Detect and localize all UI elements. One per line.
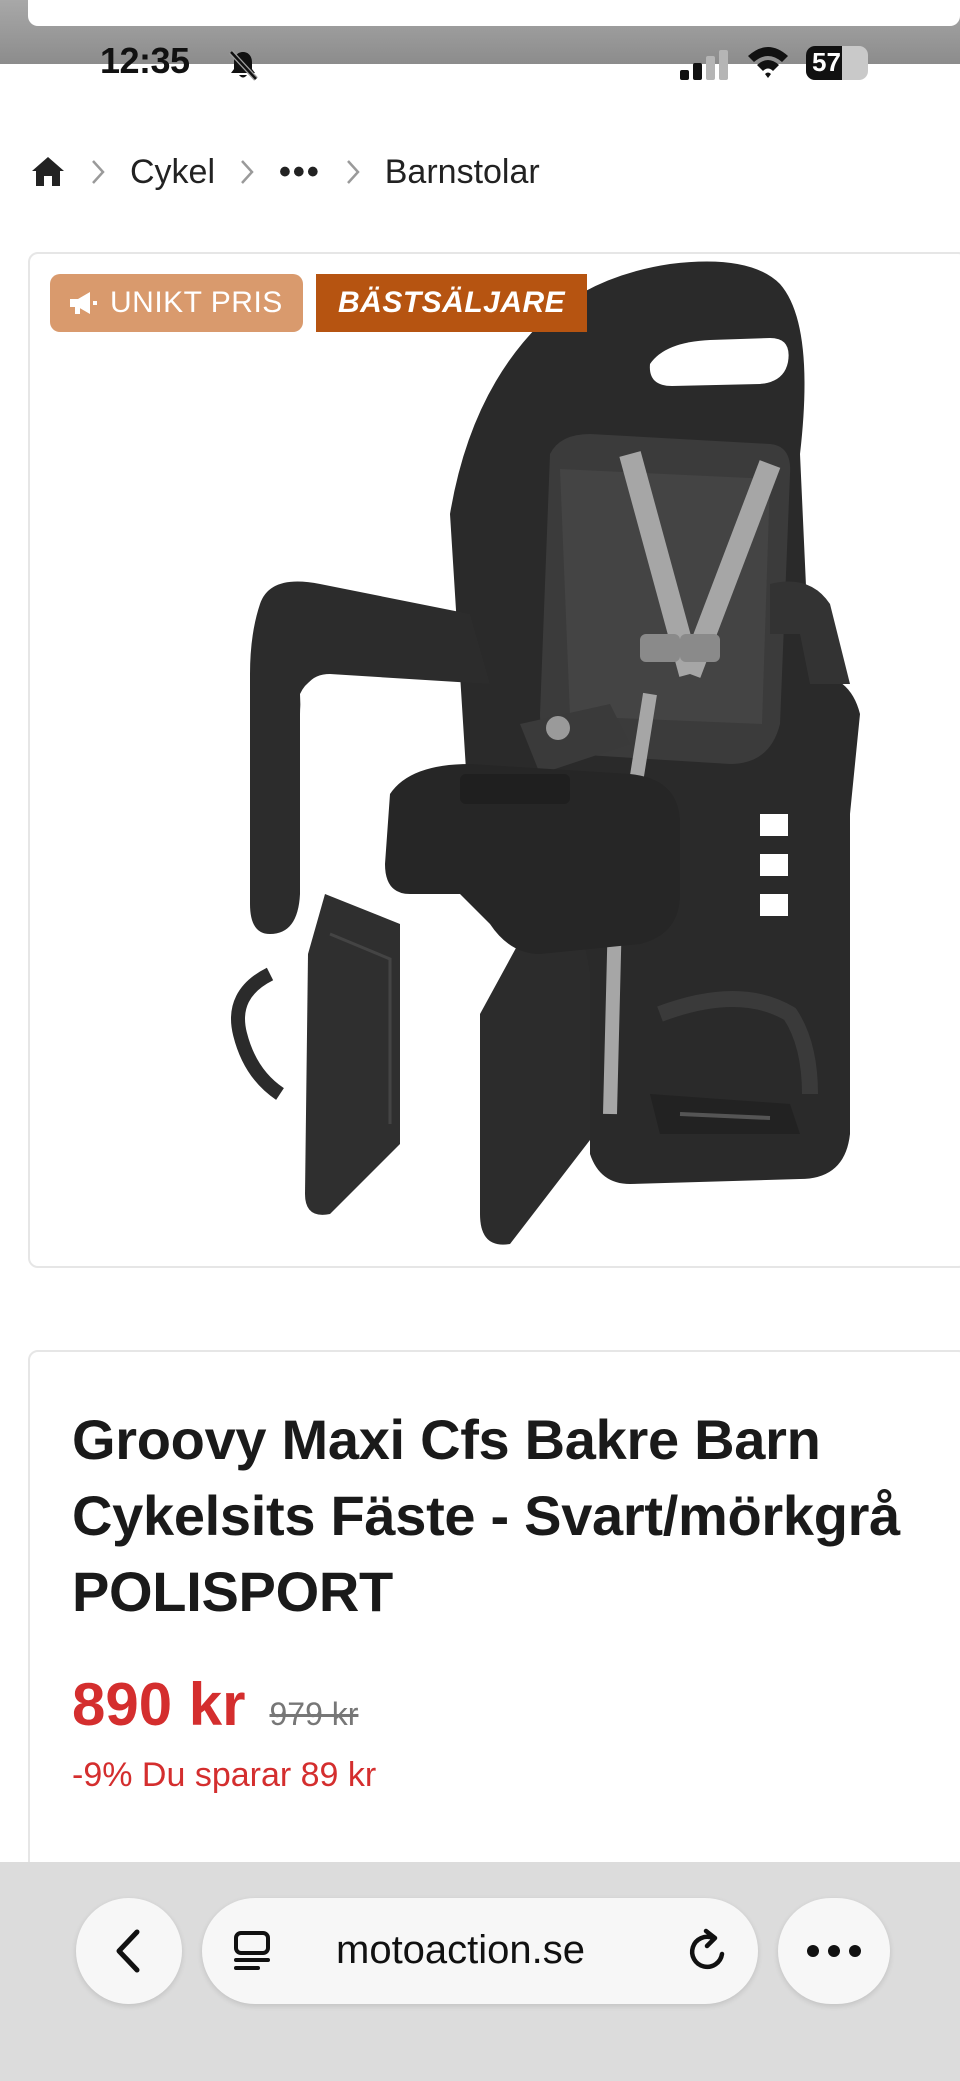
previous-card-edge — [28, 0, 960, 26]
unique-price-badge: UNIKT PRIS — [50, 274, 303, 332]
more-dots-icon — [807, 1945, 861, 1957]
more-options-button[interactable] — [778, 1898, 890, 2004]
product-title: Groovy Maxi Cfs Bakre Barn Cykelsits Fäs… — [72, 1408, 900, 1623]
bestseller-label: BÄSTSÄLJARE — [338, 286, 566, 319]
url-text[interactable]: motoaction.se — [336, 1928, 585, 1973]
browser-toolbar: motoaction.se — [0, 1862, 960, 2081]
unique-price-label: UNIKT PRIS — [110, 286, 283, 319]
breadcrumb-item-barnstolar[interactable]: Barnstolar — [385, 153, 540, 192]
bestseller-badge: BÄSTSÄLJARE — [316, 274, 588, 332]
price-row: 890 kr 979 kr — [72, 1670, 358, 1739]
bell-slash-icon — [229, 50, 258, 81]
back-button[interactable] — [76, 1898, 182, 2004]
status-time: 12:35 — [100, 40, 190, 81]
current-price: 890 kr — [72, 1671, 246, 1738]
product-info-card: Groovy Maxi Cfs Bakre Barn Cykelsits Fäs… — [28, 1350, 960, 1910]
chevron-right-icon — [92, 160, 105, 184]
breadcrumb-item-cykel[interactable]: Cykel — [130, 153, 215, 192]
battery-indicator: 57 — [806, 46, 872, 80]
original-price: 979 kr — [269, 1696, 359, 1732]
reader-tabs-icon[interactable] — [232, 1930, 272, 1972]
chevron-left-icon — [116, 1929, 140, 1973]
address-bar[interactable]: motoaction.se — [202, 1898, 758, 2004]
battery-level: 57 — [812, 47, 841, 77]
cellular-signal-icon — [680, 50, 728, 80]
wifi-icon — [748, 47, 788, 78]
breadcrumb-ellipsis[interactable]: ••• — [279, 153, 321, 192]
home-icon[interactable] — [30, 154, 66, 190]
megaphone-icon — [70, 292, 97, 314]
product-image-card[interactable]: UNIKT PRIS BÄSTSÄLJARE — [28, 252, 960, 1268]
reload-icon[interactable] — [686, 1928, 730, 1974]
chevron-right-icon — [241, 160, 254, 184]
savings-text: -9% Du sparar 89 kr — [72, 1756, 377, 1794]
breadcrumb: Cykel ••• Barnstolar — [30, 150, 540, 194]
child-bike-seat-image — [231, 261, 860, 1245]
chevron-right-icon — [346, 160, 360, 184]
status-bar: 12:35 57 — [0, 0, 960, 81]
